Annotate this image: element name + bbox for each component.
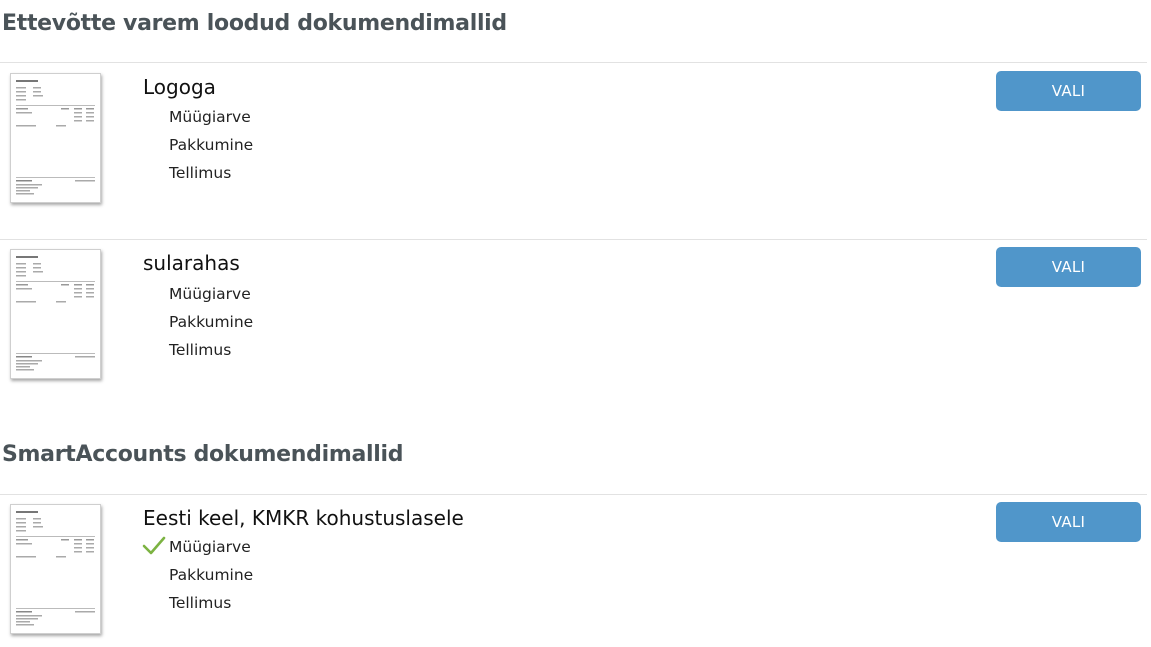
select-template-button[interactable]: VALI bbox=[996, 502, 1141, 542]
document-type-item: Pakkumine bbox=[143, 312, 253, 340]
document-type-label: Müügiarve bbox=[169, 538, 251, 556]
document-thumbnail[interactable] bbox=[10, 504, 101, 634]
divider bbox=[0, 62, 1147, 63]
check-icon bbox=[142, 536, 166, 555]
template-card-eesti-keel: Eesti keel, KMKR kohustuslasele Müügiarv… bbox=[0, 502, 1151, 644]
template-name: Logoga bbox=[143, 75, 216, 99]
document-type-label: Tellimus bbox=[169, 164, 232, 182]
template-name: sularahas bbox=[143, 251, 240, 275]
document-type-label: Tellimus bbox=[169, 341, 232, 359]
section-title-smartaccounts: SmartAccounts dokumendimallid bbox=[2, 442, 404, 467]
document-type-list: Müügiarve Pakkumine Tellimus bbox=[143, 107, 253, 191]
document-type-item: Tellimus bbox=[143, 163, 253, 191]
document-type-item: Tellimus bbox=[143, 340, 253, 368]
document-type-item: Müügiarve bbox=[143, 107, 253, 135]
document-type-label: Pakkumine bbox=[169, 566, 254, 584]
section-title-company: Ettevõtte varem loodud dokumendimallid bbox=[2, 11, 507, 36]
document-type-label: Müügiarve bbox=[169, 108, 251, 126]
document-type-list: Müügiarve Pakkumine Tellimus bbox=[143, 284, 253, 368]
template-name: Eesti keel, KMKR kohustuslasele bbox=[143, 506, 464, 530]
document-type-item: Pakkumine bbox=[143, 565, 253, 593]
document-type-label: Tellimus bbox=[169, 594, 232, 612]
select-template-button[interactable]: VALI bbox=[996, 71, 1141, 111]
document-thumbnail[interactable] bbox=[10, 249, 101, 379]
divider bbox=[0, 494, 1147, 495]
document-type-item: Müügiarve bbox=[142, 536, 253, 565]
document-type-item: Müügiarve bbox=[143, 284, 253, 312]
document-thumbnail[interactable] bbox=[10, 73, 101, 203]
template-card-sularahas: sularahas Müügiarve Pakkumine Tellimus V… bbox=[0, 247, 1151, 389]
document-type-label: Müügiarve bbox=[169, 285, 251, 303]
document-type-label: Pakkumine bbox=[169, 136, 254, 154]
select-template-button[interactable]: VALI bbox=[996, 247, 1141, 287]
document-type-list: Müügiarve Pakkumine Tellimus bbox=[142, 536, 253, 621]
document-type-item: Tellimus bbox=[143, 593, 253, 621]
template-card-logoga: Logoga Müügiarve Pakkumine Tellimus VALI bbox=[0, 71, 1151, 213]
document-type-label: Pakkumine bbox=[169, 313, 254, 331]
document-type-item: Pakkumine bbox=[143, 135, 253, 163]
divider bbox=[0, 239, 1147, 240]
